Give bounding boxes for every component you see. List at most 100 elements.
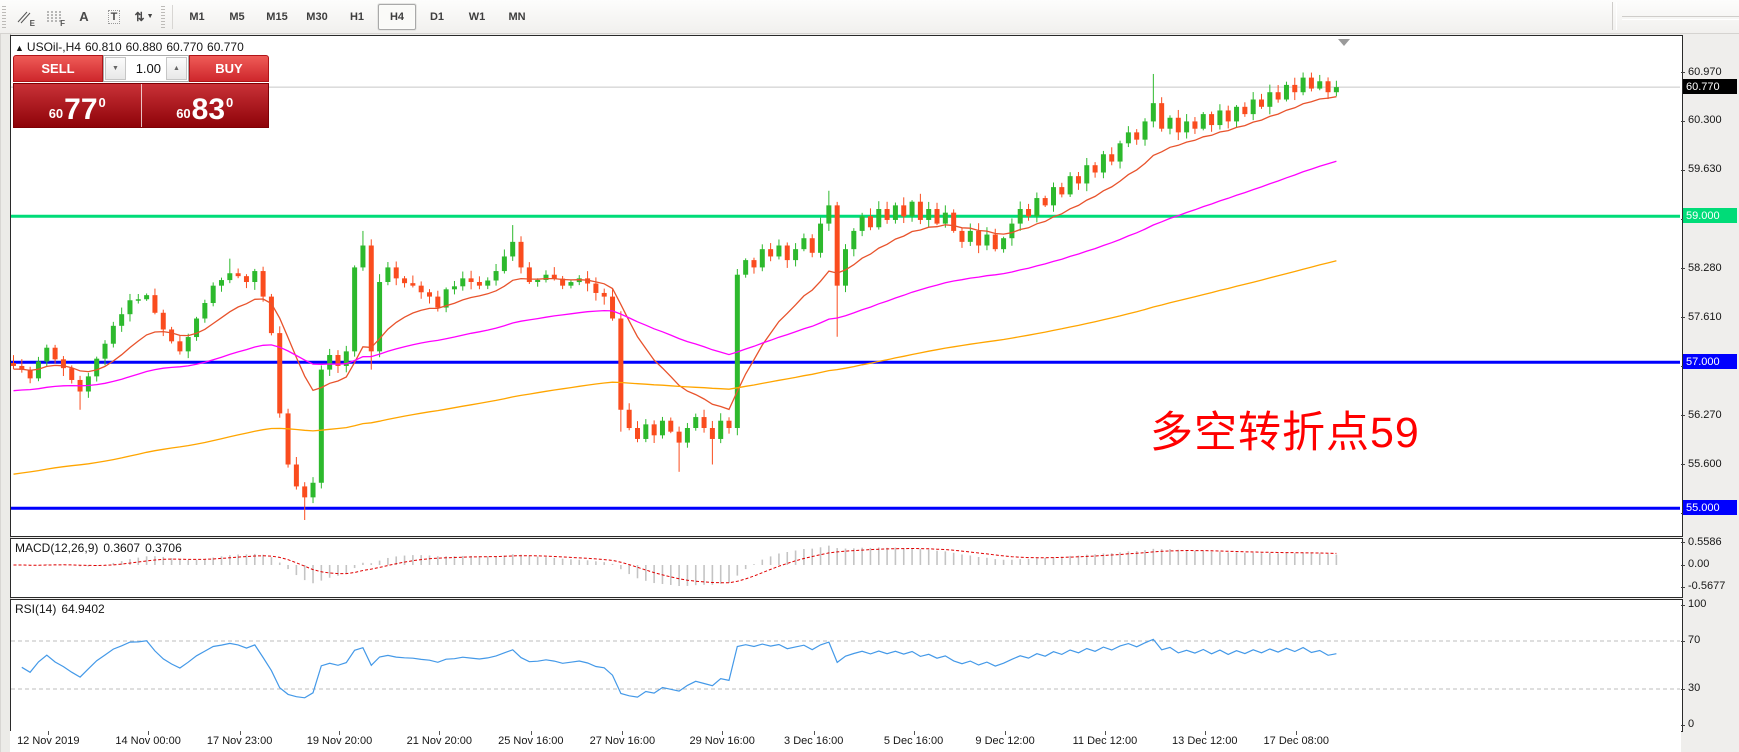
- time-axis-label: 14 Nov 00:00: [100, 735, 196, 747]
- macd-name: MACD(12,26,9): [15, 541, 98, 555]
- time-axis-label: 11 Dec 12:00: [1057, 735, 1153, 747]
- arrows-tool[interactable]: ⇅▼: [130, 4, 158, 30]
- trading-terminal: EFAT⇅▼ M1M5M15M30H1H4D1W1MN ▲USOil-,H460…: [0, 0, 1739, 752]
- rsi-tick-label: 0: [1688, 718, 1694, 730]
- timeframe-button-m30[interactable]: M30: [298, 4, 336, 30]
- rsi-tick-mark: [1681, 605, 1685, 606]
- macd-value-2: 0.3706: [145, 541, 182, 555]
- rsi-tick-label: 70: [1688, 634, 1700, 646]
- price-tick-mark: [1681, 170, 1685, 171]
- rsi-indicator-panel[interactable]: RSI(14) 64.9402: [10, 599, 1683, 732]
- toolbar-separator: [172, 5, 173, 29]
- sell-price-prefix: 60: [49, 106, 63, 121]
- main-chart-panel[interactable]: ▲USOil-,H460.81060.88060.77060.770 SELL …: [10, 35, 1683, 537]
- buy-price-sup: 0: [226, 95, 233, 110]
- price-tick-label: 60.300: [1688, 114, 1722, 126]
- price-tick-mark: [1681, 415, 1685, 416]
- tool-glyph: F: [60, 19, 65, 28]
- tool-glyph: A: [79, 9, 88, 24]
- macd-tick-label: -0.5677: [1688, 580, 1725, 592]
- price-tick-label: 56.270: [1688, 409, 1722, 421]
- toolbar-divider: [1622, 16, 1739, 20]
- timeframe-button-mn[interactable]: MN: [498, 4, 536, 30]
- price-badge-55.000: 55.000: [1683, 500, 1737, 515]
- time-axis-label: 12 Nov 2019: [0, 735, 96, 747]
- chart-title: ▲USOil-,H460.81060.88060.77060.770: [15, 40, 248, 54]
- ohlc-low: 60.770: [166, 40, 203, 54]
- tool-glyph: ⇅: [135, 10, 145, 24]
- volume-increase-button[interactable]: ▲: [166, 57, 187, 80]
- toolbar: EFAT⇅▼ M1M5M15M30H1H4D1W1MN: [0, 0, 1739, 34]
- time-axis-label: 3 Dec 16:00: [766, 735, 862, 747]
- sell-button[interactable]: SELL: [13, 55, 103, 82]
- sell-price-big: 77: [64, 96, 97, 124]
- tool-glyph: E: [30, 19, 35, 28]
- macd-tick-label: 0.5586: [1688, 536, 1722, 548]
- price-badge-59.000: 59.000: [1683, 208, 1737, 223]
- toolbar-grip: [161, 6, 165, 28]
- macd-tick-mark: [1681, 565, 1685, 566]
- one-click-trading-widget: SELL ▼ 1.00 ▲ BUY 60 77 0 60 83 0: [13, 55, 269, 128]
- rsi-tick-label: 100: [1688, 598, 1706, 610]
- symbol-arrow-icon: ▲: [15, 43, 24, 53]
- buy-price-big: 83: [192, 96, 225, 124]
- price-badge-60.770: 60.770: [1683, 79, 1737, 94]
- price-tick-mark: [1681, 464, 1685, 465]
- timeframe-group: M1M5M15M30H1H4D1W1MN: [177, 4, 537, 30]
- macd-label: MACD(12,26,9) 0.3607 0.3706: [15, 541, 187, 555]
- price-tick-label: 60.970: [1688, 66, 1722, 78]
- price-tick-mark: [1681, 121, 1685, 122]
- fibonacci-retracement-tool[interactable]: F: [40, 4, 68, 30]
- time-axis-label: 25 Nov 16:00: [483, 735, 579, 747]
- volume-decrease-button[interactable]: ▼: [105, 57, 126, 80]
- text-box-tool[interactable]: T: [100, 4, 128, 30]
- macd-tick-mark: [1681, 587, 1685, 588]
- text-label-tool[interactable]: A: [70, 4, 98, 30]
- price-badge-57.000: 57.000: [1683, 354, 1737, 369]
- time-axis-label: 17 Dec 08:00: [1248, 735, 1344, 747]
- timeframe-button-h4[interactable]: H4: [378, 4, 416, 30]
- rsi-value: 64.9402: [61, 602, 104, 616]
- drawing-tools-group: EFAT⇅▼: [9, 4, 159, 30]
- price-tick-mark: [1681, 317, 1685, 318]
- toolbar-divider: [1612, 2, 1617, 30]
- timeframe-button-m1[interactable]: M1: [178, 4, 216, 30]
- macd-value-1: 0.3607: [103, 541, 140, 555]
- ohlc-high: 60.880: [126, 40, 163, 54]
- buy-button[interactable]: BUY: [189, 55, 269, 82]
- ohlc-open: 60.810: [85, 40, 122, 54]
- rsi-tick-mark: [1681, 689, 1685, 690]
- chevron-down-icon: ▼: [147, 13, 154, 20]
- macd-tick-mark: [1681, 542, 1685, 543]
- volume-input[interactable]: 1.00: [127, 56, 165, 81]
- timeframe-button-m15[interactable]: M15: [258, 4, 296, 30]
- macd-tick-label: 0.00: [1688, 558, 1709, 570]
- time-axis-label: 29 Nov 16:00: [674, 735, 770, 747]
- timeframe-button-d1[interactable]: D1: [418, 4, 456, 30]
- chart-annotation: 多空转折点59: [1150, 398, 1420, 460]
- rsi-tick-mark: [1681, 641, 1685, 642]
- price-tick-mark: [1681, 72, 1685, 73]
- buy-price-prefix: 60: [176, 106, 190, 121]
- equidistant-channel-tool[interactable]: E: [10, 4, 38, 30]
- time-axis[interactable]: 12 Nov 201914 Nov 00:0017 Nov 23:0019 No…: [10, 731, 1681, 752]
- sell-price-tile[interactable]: 60 77 0: [14, 84, 142, 127]
- sell-price-sup: 0: [99, 95, 106, 110]
- timeframe-button-h1[interactable]: H1: [338, 4, 376, 30]
- timeframe-button-w1[interactable]: W1: [458, 4, 496, 30]
- time-axis-label: 17 Nov 23:00: [192, 735, 288, 747]
- rsi-tick-mark: [1681, 725, 1685, 726]
- price-tick-mark: [1681, 268, 1685, 269]
- time-axis-label: 5 Dec 16:00: [866, 735, 962, 747]
- ohlc-close: 60.770: [207, 40, 244, 54]
- buy-price-tile[interactable]: 60 83 0: [142, 84, 269, 127]
- time-axis-label: 27 Nov 16:00: [574, 735, 670, 747]
- timeframe-button-m5[interactable]: M5: [218, 4, 256, 30]
- rsi-name: RSI(14): [15, 602, 56, 616]
- rsi-tick-label: 30: [1688, 682, 1700, 694]
- symbol-period: USOil-,H4: [27, 40, 81, 54]
- macd-indicator-panel[interactable]: MACD(12,26,9) 0.3607 0.3706: [10, 538, 1683, 598]
- volume-stepper[interactable]: ▼ 1.00 ▲: [103, 55, 189, 82]
- price-tick-label: 58.280: [1688, 262, 1722, 274]
- price-tick-label: 55.600: [1688, 458, 1722, 470]
